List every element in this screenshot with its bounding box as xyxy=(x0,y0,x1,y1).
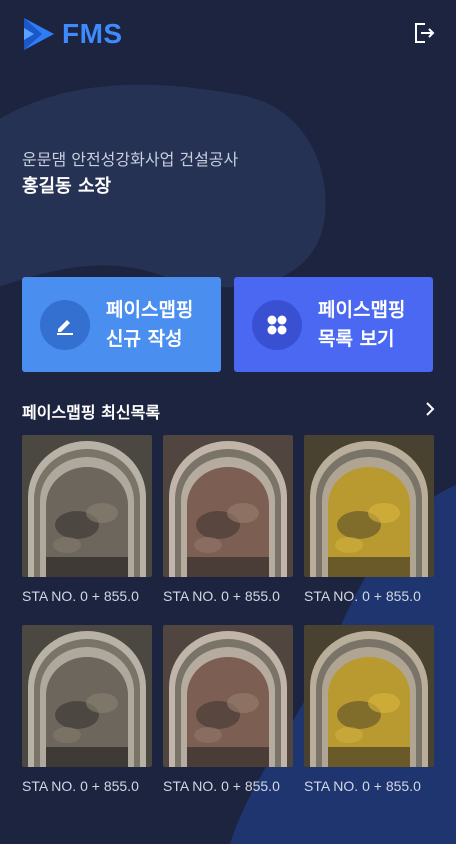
grid-icon xyxy=(267,315,287,334)
recent-card[interactable]: STA NO. 0 + 855.0 xyxy=(304,625,434,794)
recent-card[interactable]: STA NO. 0 + 855.0 xyxy=(163,435,293,604)
tunnel-face-thumbnail xyxy=(22,435,152,577)
recent-list-title: 페이스맵핑 최신목록 xyxy=(22,403,161,422)
recent-card[interactable]: STA NO. 0 + 855.0 xyxy=(22,435,152,604)
app-header: FMS xyxy=(0,0,456,70)
tunnel-face-thumbnail xyxy=(304,435,434,577)
recent-card-caption: STA NO. 0 + 855.0 xyxy=(163,588,280,604)
tunnel-face-thumbnail xyxy=(304,625,434,767)
facemapping-list-button[interactable]: 페이스맵핑 목록 보기 xyxy=(234,277,433,372)
project-name: 운문댐 안전성강화사업 건설공사 xyxy=(22,150,239,169)
chevron-right-icon[interactable] xyxy=(423,401,437,417)
tunnel-face-thumbnail xyxy=(22,625,152,767)
recent-card-caption: STA NO. 0 + 855.0 xyxy=(22,588,139,604)
fms-logo-icon xyxy=(24,18,54,50)
logout-icon[interactable] xyxy=(411,20,437,46)
recent-card-caption: STA NO. 0 + 855.0 xyxy=(163,778,280,794)
recent-card-caption: STA NO. 0 + 855.0 xyxy=(304,778,421,794)
recent-card-caption: STA NO. 0 + 855.0 xyxy=(304,588,421,604)
recent-card[interactable]: STA NO. 0 + 855.0 xyxy=(163,625,293,794)
list-button-icon-circle xyxy=(252,299,302,350)
recent-card[interactable]: STA NO. 0 + 855.0 xyxy=(22,625,152,794)
new-facemapping-button[interactable]: 페이스맵핑 신규 작성 xyxy=(22,277,221,372)
pencil-icon xyxy=(57,319,73,335)
tunnel-face-thumbnail xyxy=(163,435,293,577)
app-logo: FMS xyxy=(22,16,123,52)
manager-name: 홍길동 소장 xyxy=(22,176,112,197)
recent-card[interactable]: STA NO. 0 + 855.0 xyxy=(304,435,434,604)
facemapping-list-label: 페이스맵핑 목록 보기 xyxy=(318,298,406,350)
recent-card-caption: STA NO. 0 + 855.0 xyxy=(22,778,139,794)
tunnel-face-thumbnail xyxy=(163,625,293,767)
new-button-icon-circle xyxy=(40,299,90,350)
new-facemapping-label: 페이스맵핑 신규 작성 xyxy=(106,298,194,350)
logo-text: FMS xyxy=(62,18,123,49)
